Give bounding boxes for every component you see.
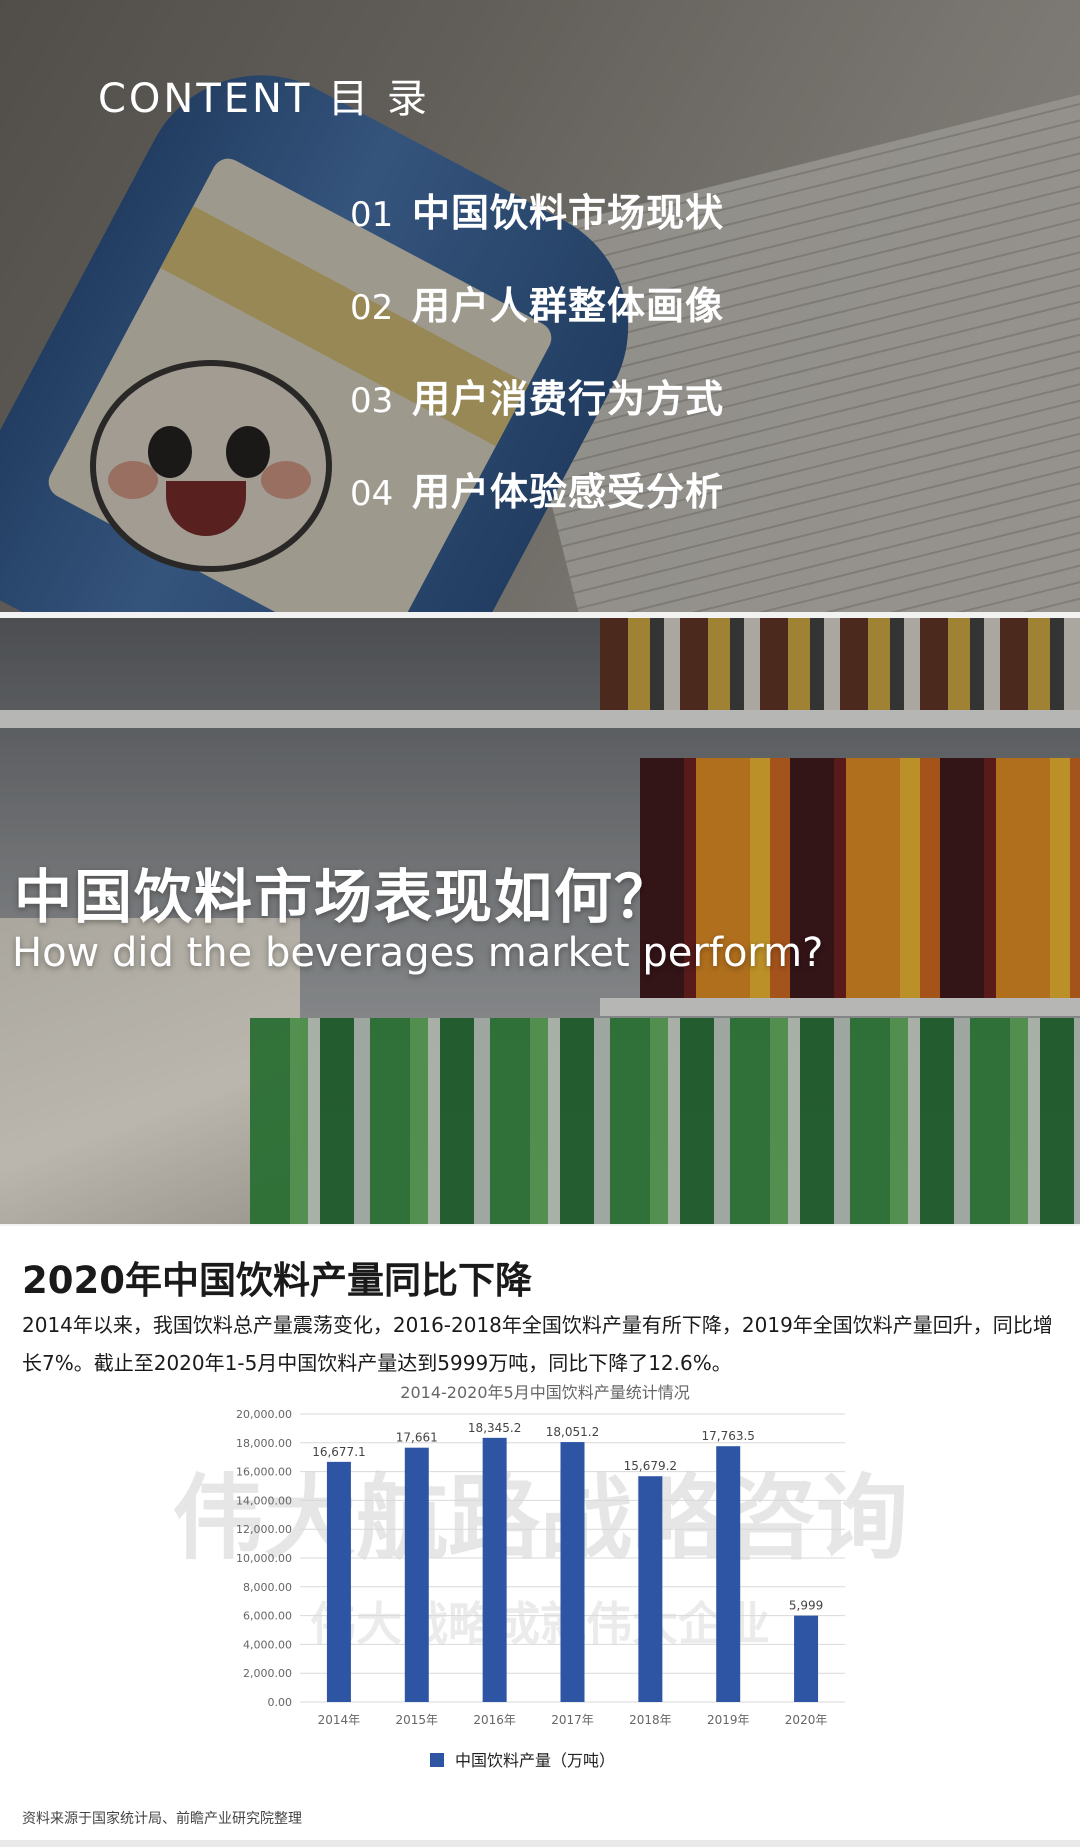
bar-value-label: 17,661: [396, 1431, 438, 1445]
legend-label: 中国饮料产量（万吨）: [455, 1751, 615, 1770]
data-source-note: 资料来源于国家统计局、前瞻产业研究院整理: [22, 1811, 302, 1827]
x-tick-label: 2017年: [551, 1713, 594, 1727]
section-headline: 2020年中国饮料产量同比下降: [22, 1259, 532, 1302]
bar-value-label: 16,677.1: [312, 1445, 365, 1459]
x-tick-label: 2016年: [473, 1713, 516, 1727]
x-tick-label: 2019年: [707, 1713, 750, 1727]
market-title-en: How did the beverages market perform?: [12, 930, 824, 976]
contents-banner: CONTENT 目 录 01 中国饮料市场现状 02 用户人群整体画像 03 用…: [0, 0, 1080, 612]
bar-value-label: 17,763.5: [701, 1429, 754, 1443]
contents-heading: CONTENT 目 录: [98, 76, 430, 122]
bar: [326, 1461, 351, 1702]
contents-item: 03 用户消费行为方式: [350, 368, 724, 461]
contents-item-number: 04: [350, 474, 394, 514]
market-banner: 中国饮料市场表现如何？ How did the beverages market…: [0, 618, 1080, 1224]
y-tick-label: 20,000.00: [236, 1408, 292, 1421]
page: CONTENT 目 录 01 中国饮料市场现状 02 用户人群整体画像 03 用…: [0, 0, 1080, 1847]
section-description: 2014年以来，我国饮料总产量震荡变化，2016-2018年全国饮料产量有所下降…: [22, 1313, 1053, 1375]
chart-section: 2020年中国饮料产量同比下降 2014年以来，我国饮料总产量震荡变化，2016…: [0, 1226, 1080, 1840]
legend-swatch: [430, 1753, 444, 1767]
bar-value-label: 15,679.2: [624, 1459, 677, 1473]
bar-value-label: 5,999: [789, 1599, 823, 1613]
y-tick-label: 18,000.00: [236, 1437, 292, 1450]
y-tick-label: 6,000.00: [243, 1610, 292, 1623]
contents-item-text: 用户消费行为方式: [412, 377, 725, 421]
contents-item-number: 03: [350, 381, 394, 421]
y-tick-label: 12,000.00: [236, 1523, 292, 1536]
contents-item-text: 中国饮料市场现状: [412, 191, 725, 235]
contents-item: 04 用户体验感受分析: [350, 461, 724, 554]
x-tick-label: 2015年: [396, 1713, 439, 1727]
bottom-gap: [0, 1840, 1080, 1847]
contents-item: 01 中国饮料市场现状: [350, 182, 724, 275]
contents-item-text: 用户人群整体画像: [412, 284, 725, 328]
contents-item-text: 用户体验感受分析: [412, 470, 725, 514]
contents-item-number: 01: [350, 195, 394, 235]
bar: [794, 1615, 819, 1702]
chart-title: 2014-2020年5月中国饮料产量统计情况: [400, 1383, 689, 1402]
bar: [638, 1476, 663, 1702]
bar: [482, 1437, 507, 1702]
bar: [716, 1446, 741, 1702]
contents-list: 01 中国饮料市场现状 02 用户人群整体画像 03 用户消费行为方式 04 用…: [350, 182, 724, 554]
x-tick-label: 2018年: [629, 1713, 672, 1727]
chart-legend: 中国饮料产量（万吨）: [430, 1751, 615, 1770]
watermark-sub: 伟大战略成就伟大企业: [310, 1597, 770, 1651]
bar: [560, 1442, 585, 1702]
y-tick-label: 4,000.00: [243, 1638, 292, 1651]
contents-item: 02 用户人群整体画像: [350, 275, 724, 368]
production-bar-chart: 伟大航路战略咨询 伟大战略成就伟大企业 2014-2020年5月中国饮料产量统计…: [172, 1383, 908, 1770]
bar-value-label: 18,051.2: [546, 1425, 599, 1439]
y-tick-label: 16,000.00: [236, 1466, 292, 1479]
x-tick-label: 2020年: [785, 1713, 828, 1727]
y-tick-label: 10,000.00: [236, 1552, 292, 1565]
bar-value-label: 18,345.2: [468, 1421, 521, 1435]
y-tick-label: 0.00: [268, 1696, 293, 1709]
bar: [404, 1447, 429, 1702]
y-tick-label: 8,000.00: [243, 1581, 292, 1594]
contents-item-number: 02: [350, 288, 394, 328]
market-title-cn: 中国饮料市场表现如何？: [14, 863, 675, 931]
y-tick-label: 14,000.00: [236, 1494, 292, 1507]
y-tick-label: 2,000.00: [243, 1667, 292, 1680]
x-tick-label: 2014年: [318, 1713, 361, 1727]
